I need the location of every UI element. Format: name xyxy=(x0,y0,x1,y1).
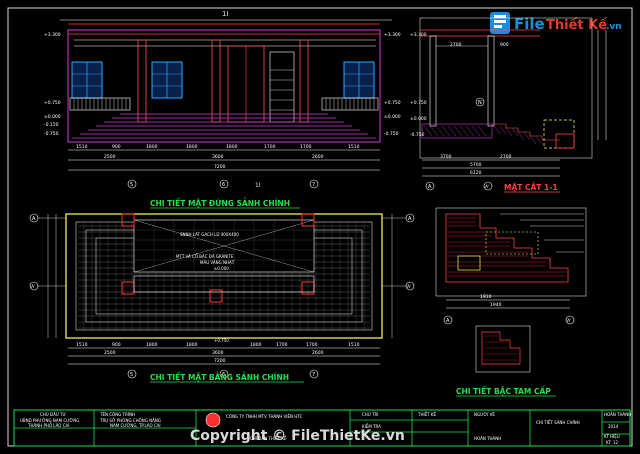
level-mark: +3.300 xyxy=(44,32,61,38)
plan-note: SNNH LÁT GẠCH LD 400X400 xyxy=(180,232,239,237)
dim-text: 900 xyxy=(112,342,121,348)
title-cell: CÔNG TY TNHH MTV THÀNH VIÊN HTC xyxy=(226,414,302,419)
level-mark: +0.750 xyxy=(384,100,401,106)
title-cell: THÀNH PHỐ LÀO CAI xyxy=(27,423,69,428)
logo-domain: .vn xyxy=(606,22,622,32)
plan-title: CHI TIẾT MẶT BẰNG SẢNH CHÍNH xyxy=(150,372,289,382)
dim-text: 2600 xyxy=(312,154,324,160)
level-mark: ±0.000 xyxy=(384,114,401,120)
dim-text: 2500 xyxy=(104,154,116,160)
axis-bubble: A' xyxy=(31,284,35,290)
dim-text: 1800 xyxy=(226,144,238,150)
level-mark: +0.750 xyxy=(44,100,61,106)
dim-text: 1510 xyxy=(76,144,88,150)
dim-text: 1910 xyxy=(480,294,492,300)
dim-text: 7200 xyxy=(214,164,226,170)
dim-text: 6120 xyxy=(470,170,482,176)
section-mark-bottom: 1I xyxy=(255,182,261,189)
entrance-plan: SNNH LÁT GẠCH LD 400X400 MTT VÀ CỔ BẬC Đ… xyxy=(29,213,415,383)
title-cell: CHI TIẾT SẢNH CHÍNH xyxy=(536,419,580,425)
level-mark: -0.750 xyxy=(410,132,425,138)
axis-bubble: A' xyxy=(407,284,411,290)
dim-text: 3700 xyxy=(440,154,452,160)
dim-text: 1800 xyxy=(186,342,198,348)
axis-bubble: 6 xyxy=(222,182,225,188)
level-mark: +3.300 xyxy=(384,32,401,38)
title-cell: CHỦ TRÌ xyxy=(362,412,378,417)
dim-text: 1800 xyxy=(146,342,158,348)
level-mark: -0.150 xyxy=(44,122,59,128)
copyright-watermark: Copyright © FileThietKe.vn xyxy=(190,428,405,444)
dim-text: 1510 xyxy=(76,342,88,348)
title-cell: TÊN CÔNG TRÌNH xyxy=(99,412,135,417)
axis-bubble: 7 xyxy=(312,182,315,188)
dim-text: 5700 xyxy=(470,162,482,168)
dim-text: 1700 xyxy=(300,144,312,150)
axis-bubble: A' xyxy=(567,318,571,324)
axis-bubble: 7 xyxy=(312,372,315,378)
title-cell: KT HIỆU xyxy=(604,434,620,439)
dim-text: 2700 xyxy=(500,154,512,160)
title-cell: CHỦ ĐẦU TƯ xyxy=(40,412,66,417)
section-title: MẶT CẮT 1-1 xyxy=(504,182,558,192)
level-mark: ±0.000 xyxy=(44,114,61,120)
axis-bubble: 5 xyxy=(130,182,133,188)
title-cell: 2014 xyxy=(608,424,619,429)
axis-bubble: A xyxy=(32,216,36,222)
section-1-1: N +3.300 +0.750 ±0.000 -0.750 2700 900 3… xyxy=(410,17,607,193)
dim-text: 1800 xyxy=(186,144,198,150)
level-mark: -0.750 xyxy=(384,131,399,137)
title-cell: KT: 12 xyxy=(606,440,618,445)
plan-note: MÀU VÀNG NHẠT xyxy=(200,260,235,265)
level-mark: ±0.000 xyxy=(410,116,427,122)
dim-text: 7200 xyxy=(214,358,226,364)
dim-text: 2500 xyxy=(104,350,116,356)
title-cell: HOÀN THÀNH xyxy=(604,412,631,417)
axis-bubble: 5 xyxy=(130,372,133,378)
cad-drawing-canvas: File Thiết Kế .vn 1I +3.300 +0.750 ±0.00… xyxy=(7,7,633,447)
dim-text: 1700 xyxy=(276,342,288,348)
front-elevation: 1I +3.300 +0.750 ±0.000 -0.150 -0.750 +3… xyxy=(44,10,401,209)
axis-bubble: A xyxy=(428,184,432,190)
elevation-title: CHI TIẾT MẶT ĐỨNG SẢNH CHÍNH xyxy=(150,198,290,208)
company-logo-icon xyxy=(205,412,221,428)
dim-text: 900 xyxy=(112,144,121,150)
section-mark-top: 1I xyxy=(222,10,229,18)
level-mark: +0.750 xyxy=(410,100,427,106)
dim-text: 2600 xyxy=(312,350,324,356)
title-cell: THIẾT KẾ xyxy=(417,411,436,417)
dim-text: 1700 xyxy=(264,144,276,150)
level-mark: -0.750 xyxy=(44,131,59,137)
axis-bubble: A' xyxy=(485,184,489,190)
dim-text: 1700 xyxy=(306,342,318,348)
title-cell: NGƯỜI VẼ xyxy=(474,412,495,417)
title-cell: HOÀN THÀNH xyxy=(474,436,501,441)
section-label-n: N xyxy=(478,100,482,106)
dim-text: 1510 xyxy=(348,144,360,150)
dim-text: 1800 xyxy=(146,144,158,150)
axis-bubble: A xyxy=(408,216,412,222)
dim-text: 900 xyxy=(500,42,509,48)
dim-text: 3600 xyxy=(212,154,224,160)
dim-text: 1940 xyxy=(490,302,502,308)
plan-note: +0.750 xyxy=(214,338,229,343)
title-cell: NAM CƯỜNG, TP.LÀO CAI xyxy=(110,423,161,428)
dim-text: 1800 xyxy=(250,342,262,348)
plan-note: ±0.000 xyxy=(214,266,229,271)
dim-text: 2700 xyxy=(450,42,462,48)
stair-detail-title: CHI TIẾT BẬC TAM CẤP xyxy=(456,386,551,396)
level-mark: +3.300 xyxy=(410,32,427,38)
dim-text: 1510 xyxy=(348,342,360,348)
dim-text: 3600 xyxy=(212,350,224,356)
axis-bubble: A xyxy=(446,318,450,324)
filethietke-logo: File Thiết Kế .vn xyxy=(490,12,622,34)
plan-note: MTT VÀ CỔ BẬC ĐÁ GRANITE xyxy=(176,254,234,259)
stair-detail: 1910 1940 A A' CHI TIẾT BẬC TAM CẤP xyxy=(435,207,587,397)
